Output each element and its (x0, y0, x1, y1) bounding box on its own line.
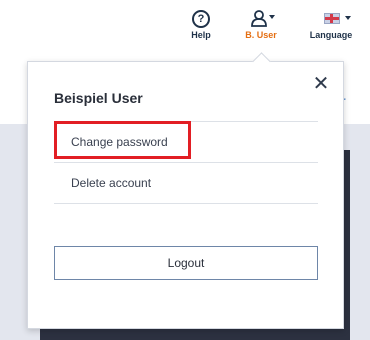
user-nav-item[interactable]: B. User (240, 8, 282, 40)
flag-icon (308, 8, 354, 30)
chevron-down-icon (345, 16, 351, 20)
divider (54, 203, 318, 204)
user-label: B. User (245, 30, 277, 40)
language-nav-item[interactable]: Language (308, 8, 354, 40)
highlight-box (54, 121, 191, 159)
help-icon: ? (186, 8, 216, 30)
divider (54, 162, 318, 163)
delete-account-link[interactable]: Delete account (54, 164, 318, 202)
help-nav-item[interactable]: ? Help (186, 8, 216, 40)
user-dropdown: ✕ Beispiel User Change password Delete a… (27, 61, 344, 329)
help-label: Help (191, 30, 211, 40)
logout-button[interactable]: Logout (54, 246, 318, 280)
dropdown-user-name: Beispiel User (54, 90, 143, 106)
top-navigation: ? Help B. User Language (0, 0, 370, 54)
close-icon[interactable]: ✕ (311, 74, 331, 94)
user-icon (240, 8, 282, 30)
language-label: Language (309, 30, 353, 40)
